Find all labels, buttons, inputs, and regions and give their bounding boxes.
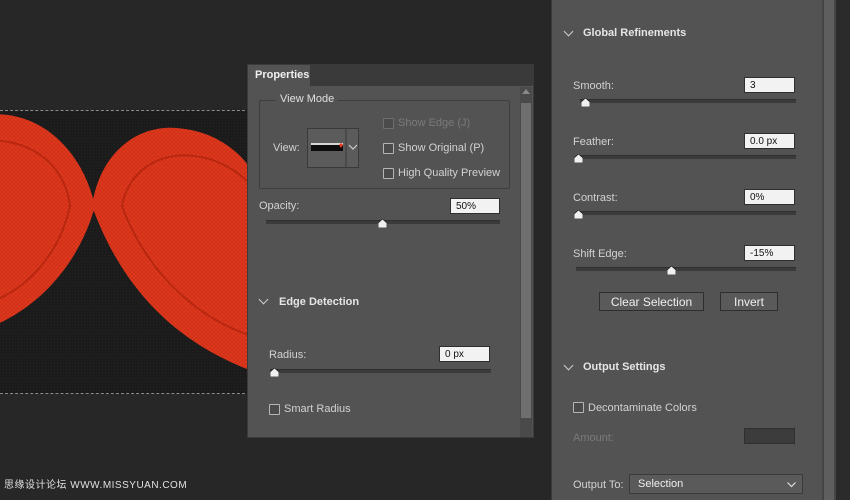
shift-edge-slider-track[interactable] bbox=[576, 267, 796, 271]
panel-tab-bar: Properties bbox=[248, 65, 533, 86]
right-panel-scrollbar[interactable] bbox=[822, 0, 836, 500]
tab-properties[interactable]: Properties bbox=[248, 65, 310, 86]
chevron-down-icon bbox=[348, 144, 358, 150]
smart-radius-checkbox[interactable] bbox=[269, 404, 280, 415]
contrast-slider-handle[interactable] bbox=[574, 210, 583, 219]
edge-detection-chevron-icon[interactable] bbox=[258, 294, 269, 305]
opacity-field[interactable]: 50% bbox=[450, 198, 500, 214]
scrollbar-thumb[interactable] bbox=[521, 103, 531, 418]
feather-label: Feather: bbox=[573, 136, 614, 148]
shift-edge-field[interactable]: -15% bbox=[744, 245, 795, 261]
smooth-field[interactable]: 3 bbox=[744, 77, 795, 93]
smooth-slider-handle[interactable] bbox=[581, 98, 590, 107]
edge-detection-title[interactable]: Edge Detection bbox=[279, 296, 359, 308]
smart-radius-label: Smart Radius bbox=[284, 403, 351, 415]
radius-label: Radius: bbox=[269, 349, 307, 361]
refine-settings-panel: Global Refinements Smooth: 3 Feather: 0.… bbox=[551, 0, 823, 500]
high-quality-preview-checkbox[interactable] bbox=[383, 168, 394, 179]
window-edge bbox=[836, 0, 850, 500]
shift-edge-slider-handle[interactable] bbox=[667, 266, 676, 275]
high-quality-preview-label: High Quality Preview bbox=[398, 167, 501, 179]
output-settings-chevron-icon[interactable] bbox=[563, 360, 574, 371]
show-original-checkbox[interactable] bbox=[383, 143, 394, 154]
show-edge-checkbox[interactable] bbox=[383, 118, 394, 129]
feather-slider-handle[interactable] bbox=[574, 154, 583, 163]
contrast-field[interactable]: 0% bbox=[744, 189, 795, 205]
contrast-label: Contrast: bbox=[573, 192, 618, 204]
contrast-slider-track[interactable] bbox=[576, 211, 796, 215]
chevron-down-icon bbox=[787, 482, 796, 488]
view-mode-group: View Mode View: Show Edge (J) Show Origi… bbox=[259, 93, 510, 189]
radius-field[interactable]: 0 px bbox=[439, 346, 490, 362]
feather-slider-track[interactable] bbox=[576, 155, 796, 159]
show-original-label: Show Original (P) bbox=[398, 142, 485, 154]
global-refinements-chevron-icon[interactable] bbox=[563, 26, 574, 37]
view-label: View: bbox=[273, 142, 300, 154]
watermark-text: 思缘设计论坛 WWW.MISSYUAN.COM bbox=[4, 480, 188, 491]
canvas-image[interactable] bbox=[0, 110, 250, 394]
scroll-up-icon[interactable] bbox=[522, 89, 530, 94]
properties-panel: Properties View Mode View: Show Edge (J)… bbox=[247, 64, 534, 438]
smooth-slider-track[interactable] bbox=[580, 99, 796, 103]
view-preview-icon bbox=[308, 129, 358, 167]
global-refinements-title[interactable]: Global Refinements bbox=[583, 27, 686, 39]
output-to-value: Selection bbox=[638, 478, 684, 490]
output-to-label: Output To: bbox=[573, 479, 624, 491]
show-edge-label: Show Edge (J) bbox=[398, 117, 471, 129]
properties-scrollbar[interactable] bbox=[520, 87, 532, 437]
smooth-label: Smooth: bbox=[573, 80, 614, 92]
output-settings-title[interactable]: Output Settings bbox=[583, 361, 666, 373]
radius-slider-handle[interactable] bbox=[270, 368, 279, 377]
opacity-label: Opacity: bbox=[259, 200, 300, 212]
decontaminate-colors-label: Decontaminate Colors bbox=[588, 402, 697, 414]
amount-field bbox=[744, 428, 795, 444]
view-mode-dropdown[interactable] bbox=[307, 128, 359, 168]
right-scrollbar-thumb[interactable] bbox=[824, 0, 834, 500]
hearts-image bbox=[0, 111, 250, 393]
radius-slider-track[interactable] bbox=[270, 369, 491, 373]
shift-edge-label: Shift Edge: bbox=[573, 248, 627, 260]
invert-button[interactable]: Invert bbox=[720, 292, 778, 311]
feather-field[interactable]: 0.0 px bbox=[744, 133, 795, 149]
amount-label: Amount: bbox=[573, 432, 614, 444]
opacity-slider-handle[interactable] bbox=[378, 219, 387, 228]
decontaminate-colors-checkbox[interactable] bbox=[573, 402, 584, 413]
clear-selection-button[interactable]: Clear Selection bbox=[599, 292, 704, 311]
view-mode-legend: View Mode bbox=[276, 93, 339, 105]
output-to-dropdown[interactable]: Selection bbox=[629, 474, 803, 494]
